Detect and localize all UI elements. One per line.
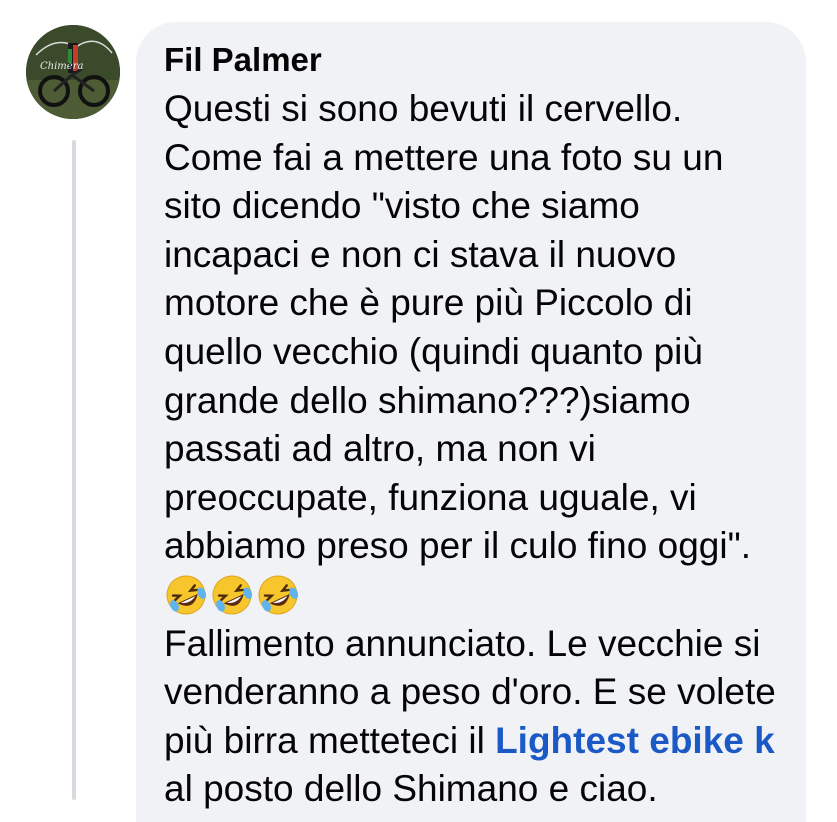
avatar-image: Chimera: [26, 25, 120, 119]
thread-connector-line: [72, 140, 76, 800]
comment-line: preoccupate, funziona uguale, vi: [164, 476, 697, 518]
comment-line: venderanno a peso d'oro. E se volete: [164, 671, 776, 713]
comment-author[interactable]: Fil Palmer: [164, 40, 322, 80]
rolling-laughing-emoji-icon: [256, 573, 300, 617]
avatar-logo-text: Chimera: [40, 61, 83, 72]
comment-line: al posto dello Shimano e ciao.: [164, 768, 658, 810]
comment-line: motore che è pure più Piccolo di: [164, 282, 693, 324]
comment-line: passati ad altro, ma non vi: [164, 428, 596, 470]
avatar[interactable]: Chimera: [26, 25, 120, 119]
lightest-ebike-kit-link[interactable]: Lightest ebike kit: [495, 720, 777, 761]
comment-line: grande dello shimano???)siamo: [164, 379, 691, 421]
link-line-prefix: più birra metteteci il: [164, 719, 496, 761]
comment-line: Questi si sono bevuti il cervello.: [164, 88, 683, 129]
rolling-laughing-emoji-icon: [164, 573, 208, 617]
comment-line: abbiamo preso per il culo fino oggi".: [164, 525, 751, 567]
comment-line: Come fai a mettere una foto su un: [164, 136, 724, 178]
comment-line: quello vecchio (quindi quanto più: [164, 330, 703, 372]
emoji-row: [164, 571, 784, 620]
comment-line: Fallimento annunciato. Le vecchie si: [164, 622, 761, 664]
comment-line-with-link: più birra metteteci il Lightest ebike ki…: [164, 717, 777, 766]
comment-body: Questi si sono bevuti il cervello. Come …: [164, 85, 784, 814]
comment-line: incapaci e non ci stava il nuovo: [164, 233, 677, 275]
comment-line: sito dicendo "visto che siamo: [164, 185, 640, 227]
rolling-laughing-emoji-icon: [210, 573, 254, 617]
